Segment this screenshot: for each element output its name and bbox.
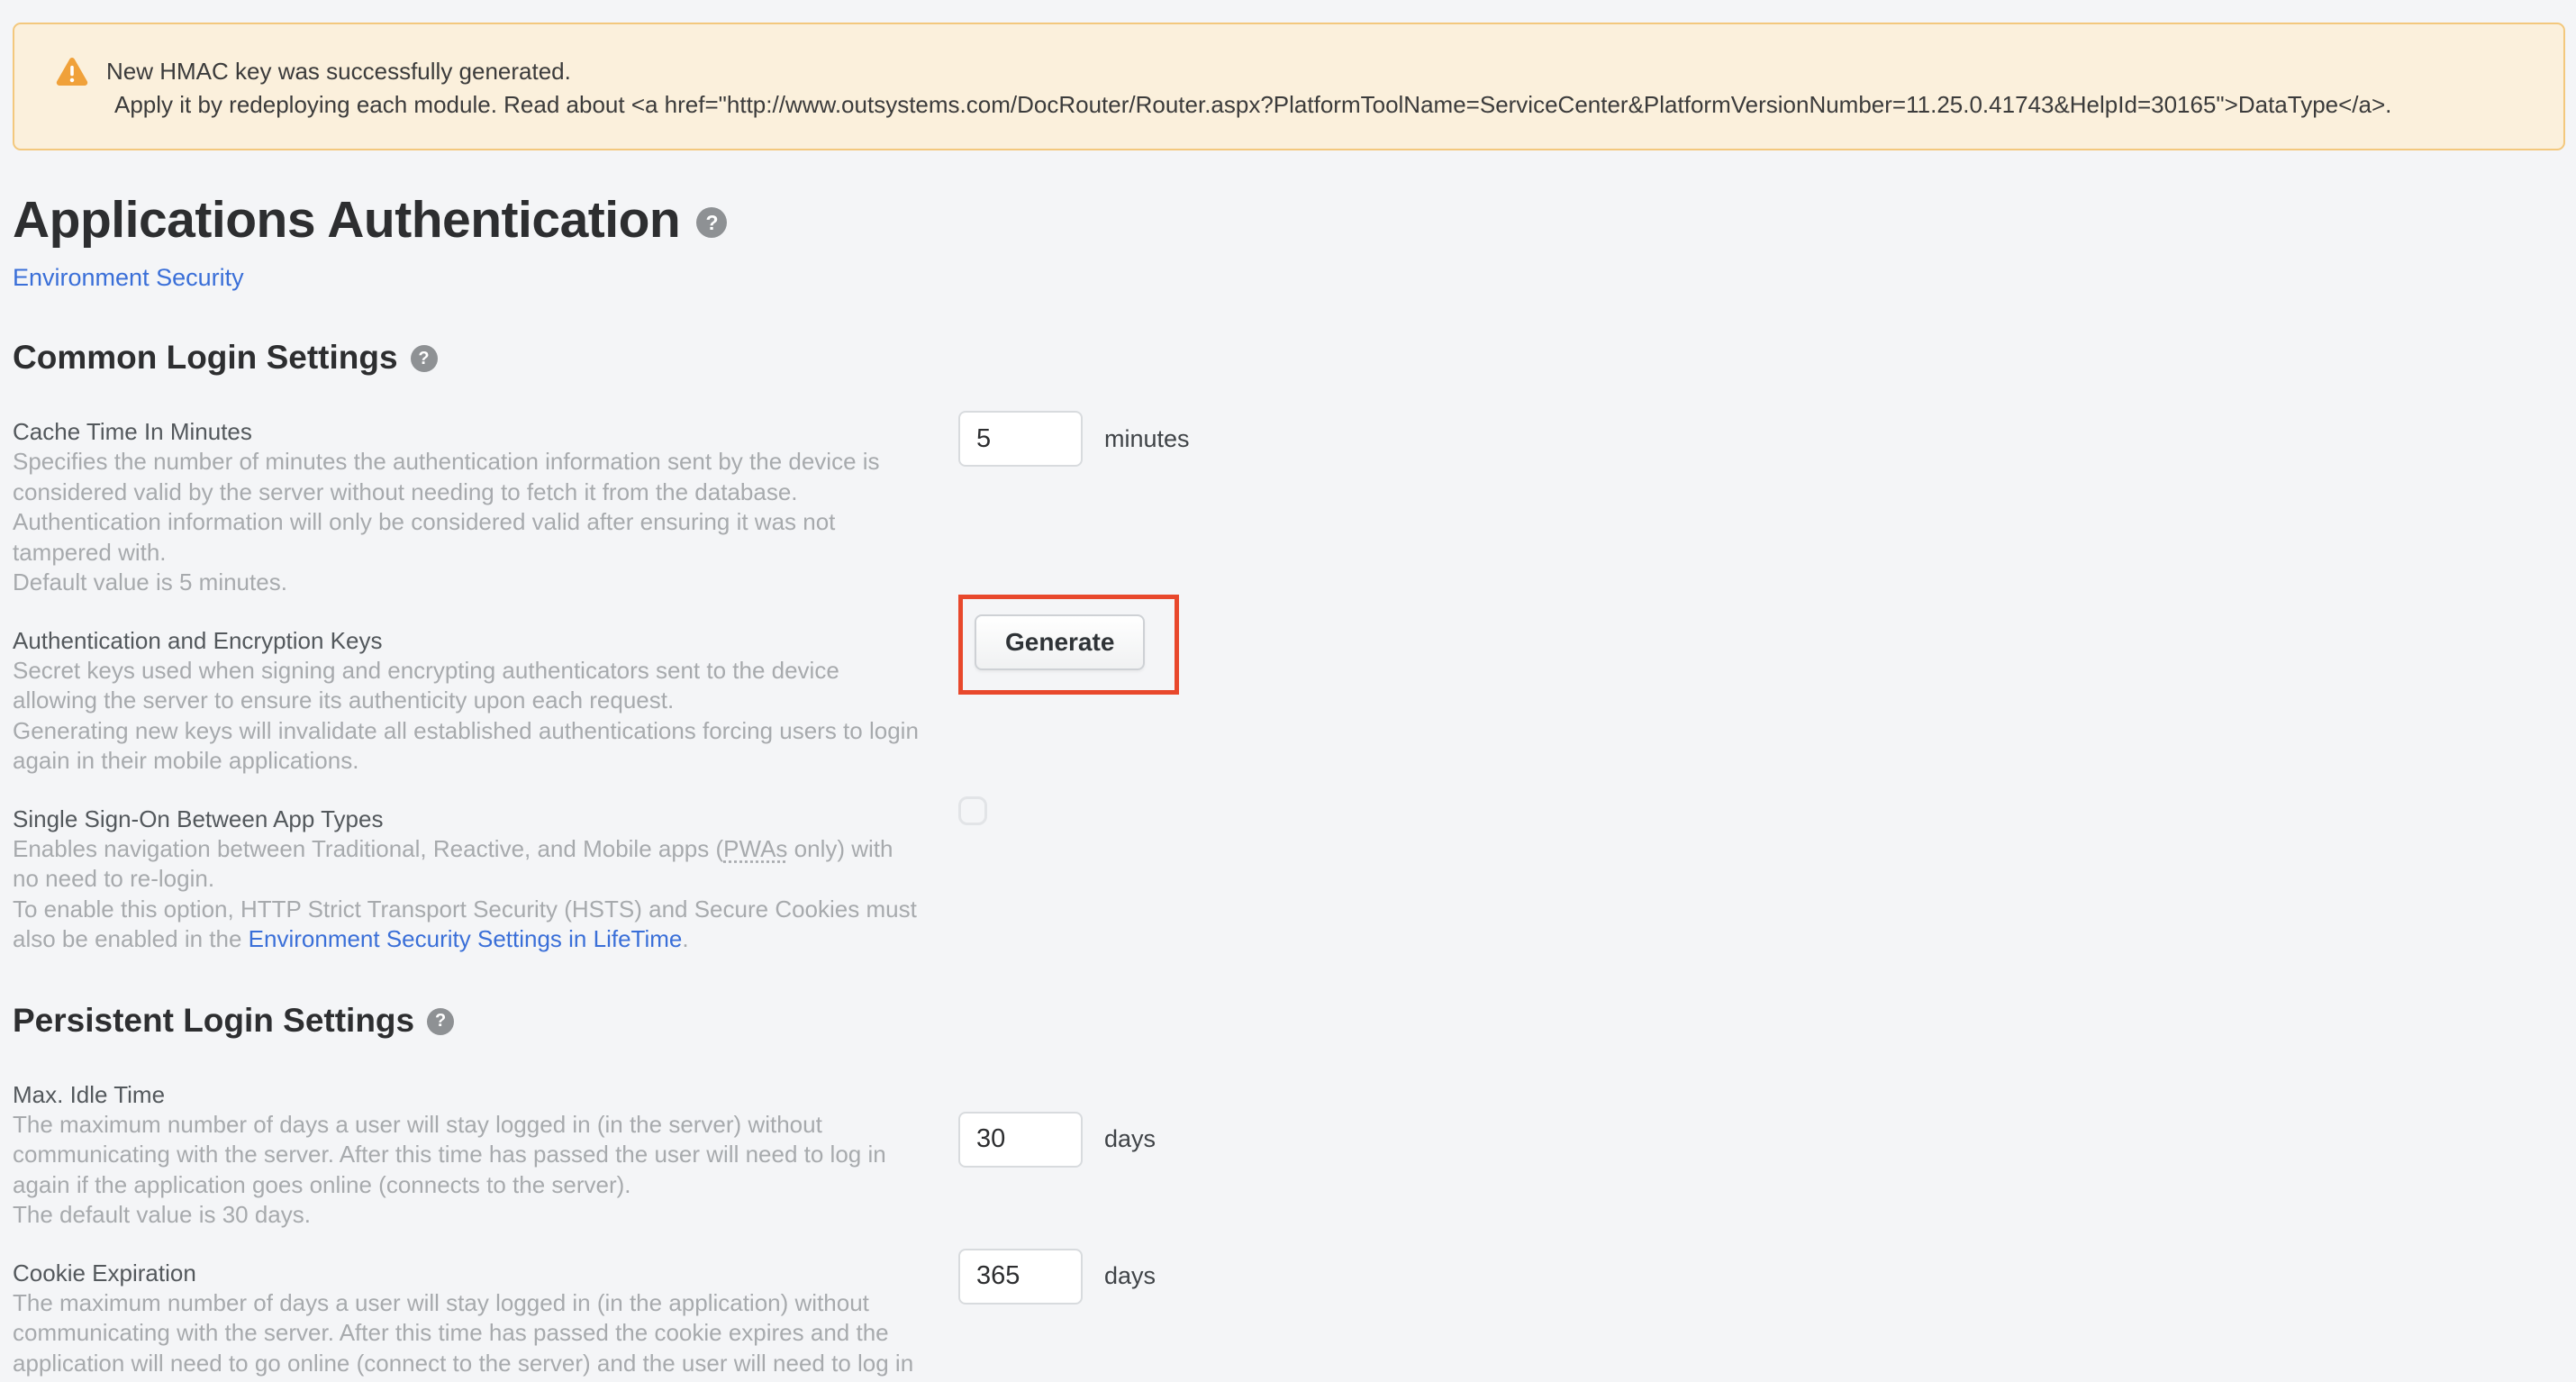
field-description: Secret keys used when signing and encryp… (13, 656, 924, 777)
unit-label: minutes (1104, 425, 1190, 453)
banner-line2: Apply it by redeploying each module. Rea… (106, 88, 2391, 122)
field-description: Enables navigation between Traditional, … (13, 834, 924, 955)
field-row-max-idle-time: Max. Idle Time The maximum number of day… (13, 1079, 2576, 1231)
sso-checkbox[interactable] (958, 796, 987, 825)
field-row-cookie-expiration: Cookie Expiration The maximum number of … (13, 1258, 2576, 1379)
description-line: Secret keys used when signing and encryp… (13, 656, 924, 716)
field-description: The maximum number of days a user will s… (13, 1110, 924, 1231)
field-row-auth-encryption-keys: Authentication and Encryption Keys Secre… (13, 625, 2576, 777)
max-idle-time-input[interactable] (958, 1112, 1083, 1168)
section-persistent-login-settings: Persistent Login Settings ? (13, 1002, 2576, 1040)
unit-label: days (1104, 1262, 1156, 1290)
description-line: The maximum number of days a user will s… (13, 1288, 924, 1379)
field-label: Authentication and Encryption Keys (13, 625, 924, 656)
description-line: Enables navigation between Traditional, … (13, 834, 924, 895)
field-description: Specifies the number of minutes the auth… (13, 447, 924, 598)
click-highlight-rectangle: Generate (958, 595, 1179, 695)
unit-label: days (1104, 1125, 1156, 1153)
field-label: Cookie Expiration (13, 1258, 924, 1288)
description-line: The maximum number of days a user will s… (13, 1110, 924, 1201)
environment-security-settings-lifetime-link[interactable]: Environment Security Settings in LifeTim… (249, 925, 683, 952)
field-row-cache-time: Cache Time In Minutes Specifies the numb… (13, 416, 2576, 598)
help-icon[interactable]: ? (411, 345, 438, 372)
warning-icon (56, 57, 88, 91)
description-line: The default value is 30 days. (13, 1200, 924, 1231)
field-description: The maximum number of days a user will s… (13, 1288, 924, 1379)
field-row-single-sign-on: Single Sign-On Between App Types Enables… (13, 804, 2576, 955)
banner-line1: New HMAC key was successfully generated. (106, 55, 2391, 88)
field-label: Cache Time In Minutes (13, 416, 924, 447)
description-line: Default value is 5 minutes. (13, 568, 924, 598)
description-text: Enables navigation between Traditional, … (13, 835, 723, 862)
description-line: Authentication information will only be … (13, 507, 924, 568)
help-icon[interactable]: ? (696, 207, 727, 238)
main-content: Applications Authentication ? Environmen… (0, 190, 2576, 1378)
description-text: . (682, 925, 688, 952)
generate-button[interactable]: Generate (975, 614, 1145, 670)
section-title: Persistent Login Settings (13, 1002, 414, 1040)
description-line: Generating new keys will invalidate all … (13, 716, 924, 777)
help-icon[interactable]: ? (427, 1008, 454, 1035)
banner-message: New HMAC key was successfully generated.… (106, 55, 2391, 122)
page-title-row: Applications Authentication ? (13, 190, 2576, 250)
section-common-login-settings: Common Login Settings ? (13, 339, 2576, 377)
pwas-abbreviation: PWAs (723, 835, 787, 862)
notification-banner: New HMAC key was successfully generated.… (13, 23, 2565, 150)
environment-security-link[interactable]: Environment Security (13, 264, 244, 292)
field-label: Single Sign-On Between App Types (13, 804, 924, 834)
section-title: Common Login Settings (13, 339, 398, 377)
page-title: Applications Authentication (13, 190, 680, 250)
cookie-expiration-input[interactable] (958, 1249, 1083, 1305)
field-label: Max. Idle Time (13, 1079, 924, 1110)
description-line: Specifies the number of minutes the auth… (13, 447, 924, 507)
cache-time-input[interactable] (958, 411, 1083, 467)
description-line: To enable this option, HTTP Strict Trans… (13, 895, 924, 955)
